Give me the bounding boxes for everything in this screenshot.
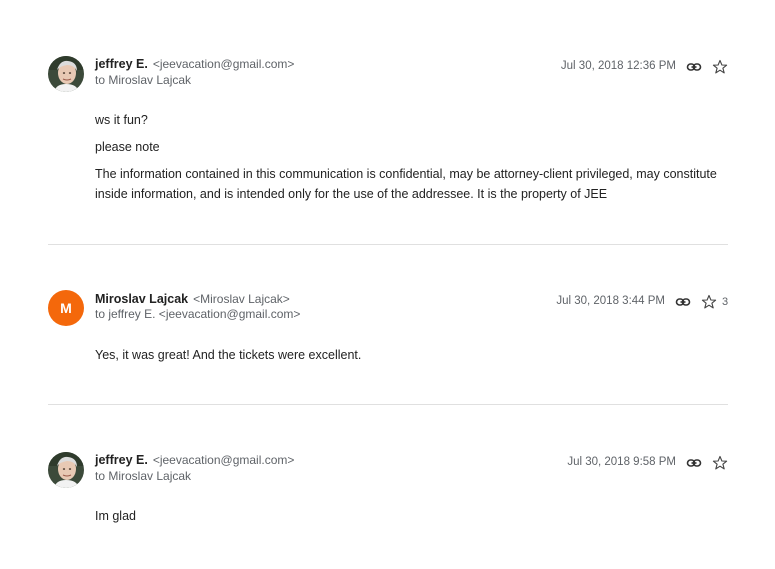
star-icon[interactable] [712, 455, 728, 471]
sender: Miroslav Lajcak <Miroslav Lajcak> [95, 292, 290, 306]
sender-name[interactable]: Miroslav Lajcak [95, 292, 188, 306]
recipient-line[interactable]: to Miroslav Lajcak [95, 469, 191, 483]
recipient-line[interactable]: to jeffrey E. <jeevacation@gmail.com> [95, 307, 300, 321]
divider [48, 404, 728, 405]
sender-name[interactable]: jeffrey E. [95, 57, 148, 71]
link-icon[interactable] [675, 294, 691, 310]
avatar[interactable]: M [48, 290, 84, 326]
link-icon[interactable] [686, 59, 702, 75]
message-body-line: Im glad [95, 509, 136, 523]
sender-address: <Miroslav Lajcak> [193, 292, 290, 306]
message-body-line: Yes, it was great! And the tickets were … [95, 348, 362, 362]
sender: jeffrey E. <jeevacation@gmail.com> [95, 453, 294, 467]
sender-address: <jeevacation@gmail.com> [152, 57, 295, 71]
message-date: Jul 30, 2018 9:58 PM [567, 456, 676, 468]
avatar[interactable] [48, 56, 84, 92]
message-date: Jul 30, 2018 3:44 PM [556, 295, 665, 307]
sender: jeffrey E. <jeevacation@gmail.com> [95, 57, 294, 71]
email-thread: jeffrey E. <jeevacation@gmail.com> to Mir… [0, 0, 775, 569]
divider [48, 244, 728, 245]
message-body-line: please note [95, 140, 160, 154]
recipient-line[interactable]: to Miroslav Lajcak [95, 73, 191, 87]
message-body-line: The information contained in this commun… [95, 167, 717, 201]
star-icon[interactable] [712, 59, 728, 75]
link-icon[interactable] [686, 455, 702, 471]
star-icon[interactable] [701, 294, 717, 310]
message-date: Jul 30, 2018 12:36 PM [560, 60, 676, 72]
overflow-indicator: 3 [722, 296, 729, 308]
sender-name[interactable]: jeffrey E. [95, 453, 148, 467]
sender-address: <jeevacation@gmail.com> [152, 453, 295, 467]
message-body-line: ws it fun? [95, 113, 148, 127]
avatar[interactable] [48, 452, 84, 488]
